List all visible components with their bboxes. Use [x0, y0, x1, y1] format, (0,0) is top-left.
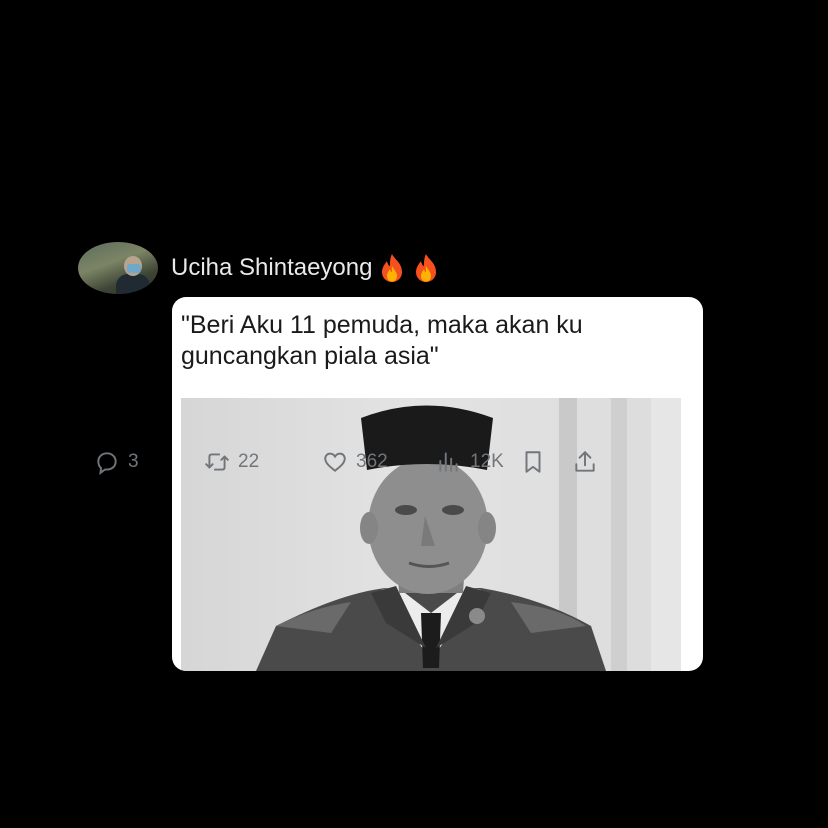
- bookmark-icon: [525, 451, 541, 473]
- fire-icon: [416, 254, 437, 282]
- fire-icon: [382, 254, 403, 282]
- meme-photo[interactable]: [181, 398, 681, 671]
- views-count: 12K: [470, 451, 504, 472]
- bookmark-button[interactable]: [520, 445, 546, 479]
- display-name[interactable]: Uciha Shintaeyong: [171, 254, 372, 282]
- meme-caption: "Beri Aku 11 pemuda, maka akan ku guncan…: [181, 311, 583, 370]
- views-icon: [439, 452, 458, 472]
- reply-count: 3: [128, 451, 139, 472]
- repost-count: 22: [238, 451, 260, 472]
- like-button[interactable]: 362: [322, 445, 388, 479]
- action-bar: 3 22 362 12K: [94, 445, 634, 479]
- views-button[interactable]: 12K: [436, 445, 504, 479]
- share-button[interactable]: [572, 445, 598, 479]
- like-count: 362: [356, 451, 388, 472]
- share-icon: [575, 451, 595, 472]
- like-icon: [324, 452, 346, 472]
- repost-icon: [205, 453, 229, 471]
- repost-button[interactable]: 22: [204, 445, 259, 479]
- author-name[interactable]: Uciha Shintaeyong: [171, 253, 440, 283]
- reply-button[interactable]: 3: [94, 445, 139, 479]
- reply-icon: [97, 452, 117, 475]
- media-card[interactable]: "Beri Aku 11 pemuda, maka akan ku guncan…: [172, 297, 703, 671]
- post-header: Uciha Shintaeyong: [78, 242, 440, 294]
- avatar[interactable]: [78, 242, 158, 294]
